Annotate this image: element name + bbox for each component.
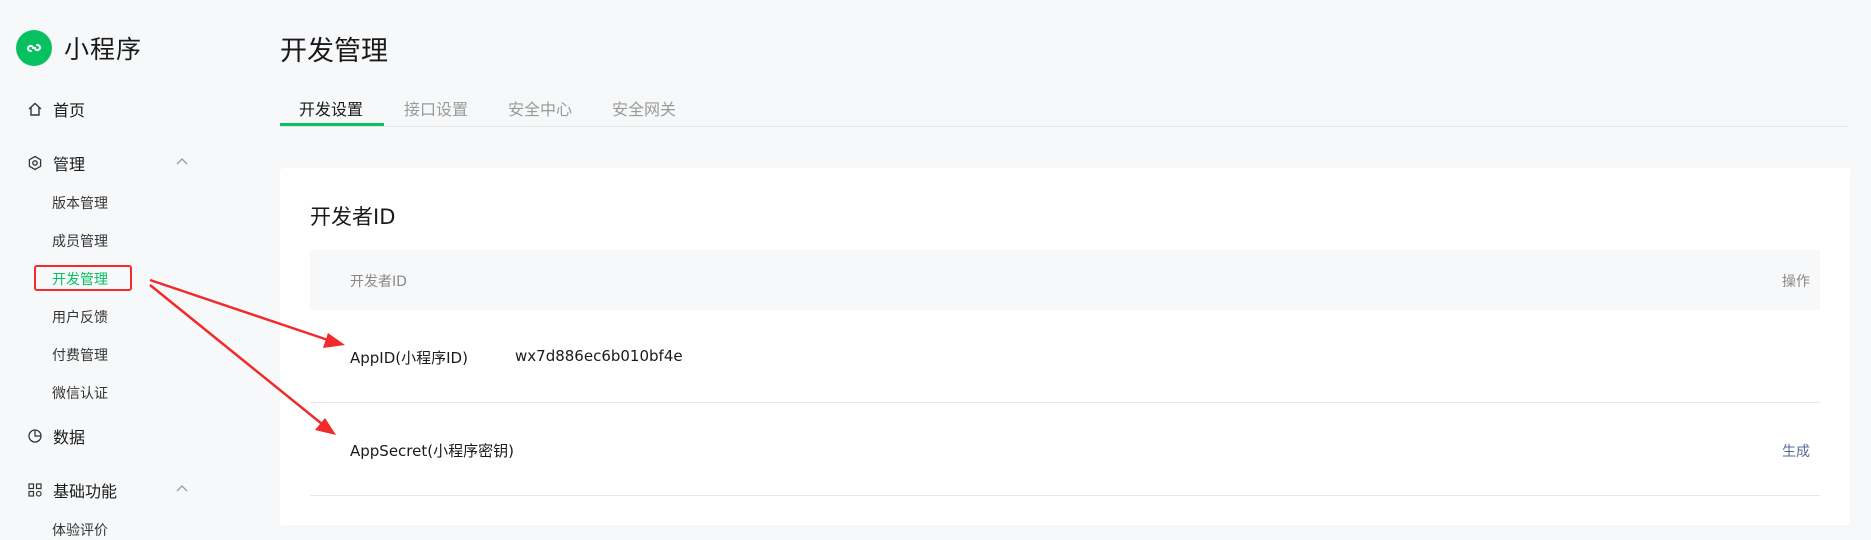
- appid-value[interactable]: wx7d886ec6b010bf4e: [515, 347, 683, 365]
- table-header: 开发者ID 操作: [310, 250, 1820, 310]
- settings-hexagon-icon: [26, 154, 44, 172]
- card-title: 开发者ID: [310, 205, 396, 229]
- nav-item-home[interactable]: 首页: [26, 97, 85, 121]
- tab-bar: 开发设置 接口设置 安全中心 安全网关: [280, 92, 1848, 127]
- nav-item-data[interactable]: 数据: [26, 424, 85, 448]
- column-header-action: 操作: [1782, 274, 1810, 290]
- column-header-id: 开发者ID: [350, 274, 407, 290]
- table-row: AppID(小程序ID) wx7d886ec6b010bf4e: [310, 310, 1820, 403]
- table-row: AppSecret(小程序密钥) 生成: [310, 403, 1820, 496]
- nav-item-basic[interactable]: 基础功能: [26, 478, 117, 502]
- grid-apps-icon: [26, 481, 44, 499]
- chevron-up-icon[interactable]: [174, 481, 190, 497]
- sidebar-item-members[interactable]: 成员管理: [52, 231, 108, 251]
- sidebar-item-experience-review[interactable]: 体验评价: [52, 520, 108, 540]
- nav-item-home-label: 首页: [53, 101, 86, 120]
- sidebar: 小程序 首页 管理 版本管理 成员管理 开发管理 用户反馈 付费管理 微信认证 …: [0, 0, 240, 540]
- nav-item-manage-label: 管理: [53, 155, 86, 174]
- tab-api-settings[interactable]: 接口设置: [404, 96, 468, 120]
- pie-chart-icon: [26, 427, 44, 445]
- nav-item-basic-label: 基础功能: [53, 482, 118, 501]
- active-tab-indicator: [280, 123, 384, 126]
- tab-security-center[interactable]: 安全中心: [508, 96, 572, 120]
- home-icon: [26, 100, 44, 118]
- nav-item-manage[interactable]: 管理: [26, 151, 85, 175]
- mini-program-logo-icon: [16, 30, 52, 66]
- developer-id-card: 开发者ID 开发者ID 操作 AppID(小程序ID) wx7d886ec6b0…: [280, 168, 1850, 525]
- appid-label: AppID(小程序ID): [350, 349, 468, 367]
- generate-secret-link[interactable]: 生成: [1782, 441, 1810, 461]
- chevron-up-icon[interactable]: [174, 154, 190, 170]
- page-title: 开发管理: [280, 36, 388, 67]
- sidebar-item-payment[interactable]: 付费管理: [52, 345, 108, 365]
- highlight-box: [34, 265, 132, 291]
- sidebar-item-wechat-verify[interactable]: 微信认证: [52, 383, 108, 403]
- sidebar-item-feedback[interactable]: 用户反馈: [52, 307, 108, 327]
- brand[interactable]: 小程序: [16, 30, 142, 66]
- sidebar-item-version[interactable]: 版本管理: [52, 193, 108, 213]
- tab-dev-settings[interactable]: 开发设置: [299, 96, 363, 120]
- appsecret-label: AppSecret(小程序密钥): [350, 442, 514, 460]
- tab-security-gateway[interactable]: 安全网关: [612, 96, 676, 120]
- brand-name: 小程序: [64, 35, 143, 64]
- nav-item-data-label: 数据: [53, 428, 86, 447]
